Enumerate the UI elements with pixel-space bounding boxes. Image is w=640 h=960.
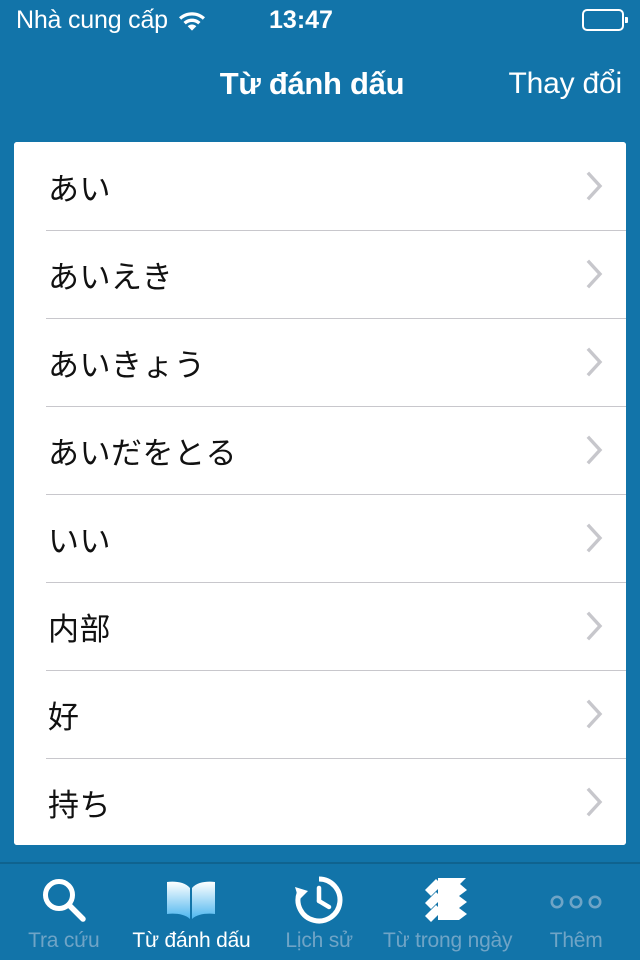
chevron-right-icon bbox=[586, 435, 604, 465]
list-item[interactable]: 好 bbox=[14, 670, 626, 758]
tab-label: Tra cứu bbox=[28, 929, 100, 952]
ellipsis-icon bbox=[548, 872, 604, 928]
list-item[interactable]: いい bbox=[14, 494, 626, 582]
app-root: Nhà cung cấp 13:47 Từ đánh dấu Thay đổi bbox=[0, 0, 640, 960]
chevron-right-icon bbox=[586, 259, 604, 289]
history-clock-icon bbox=[293, 872, 345, 928]
chevron-right-icon bbox=[586, 523, 604, 553]
list-item[interactable]: あい bbox=[14, 142, 626, 230]
tab-tu-trong-ngay[interactable]: Từ trong ngày bbox=[382, 864, 513, 960]
content-area: あい あいえき あいきょう あいだをとる いい 内部 好 持ち bbox=[0, 128, 640, 862]
navigation-bar: Từ đánh dấu Thay đổi bbox=[0, 40, 640, 128]
stacked-pages-icon bbox=[422, 872, 474, 928]
tab-tu-danh-dau[interactable]: Từ đánh dấu bbox=[128, 864, 256, 960]
battery-icon bbox=[582, 9, 629, 31]
open-book-icon bbox=[163, 872, 219, 928]
list-item-label: 持ち bbox=[48, 787, 111, 823]
status-bar-clock: 13:47 bbox=[269, 5, 333, 34]
list-item-label: いい bbox=[48, 523, 111, 559]
list-item[interactable]: あいだをとる bbox=[14, 406, 626, 494]
chevron-right-icon bbox=[586, 699, 604, 729]
list-item-label: あいだをとる bbox=[48, 435, 237, 471]
chevron-right-icon bbox=[586, 347, 604, 377]
list-item-label: 好 bbox=[48, 699, 80, 735]
tab-them[interactable]: Thêm bbox=[512, 864, 640, 960]
tab-label: Lịch sử bbox=[285, 929, 353, 952]
list-item[interactable]: 持ち bbox=[14, 758, 626, 845]
chevron-right-icon bbox=[586, 787, 604, 817]
chevron-right-icon bbox=[586, 171, 604, 201]
edit-button[interactable]: Thay đổi bbox=[509, 67, 623, 101]
list-item-label: あいきょう bbox=[48, 347, 206, 383]
tab-label: Thêm bbox=[549, 929, 603, 952]
bookmarked-words-list: あい あいえき あいきょう あいだをとる いい 内部 好 持ち bbox=[14, 142, 626, 845]
chevron-right-icon bbox=[586, 611, 604, 641]
tab-tra-cuu[interactable]: Tra cứu bbox=[0, 864, 128, 960]
list-item-label: あいえき bbox=[48, 259, 174, 295]
list-item-label: 内部 bbox=[48, 611, 111, 647]
tab-label: Từ trong ngày bbox=[382, 929, 513, 952]
status-bar-right bbox=[582, 9, 629, 31]
list-item[interactable]: 内部 bbox=[14, 582, 626, 670]
status-bar: Nhà cung cấp 13:47 bbox=[0, 0, 640, 40]
list-item[interactable]: あいきょう bbox=[14, 318, 626, 406]
tab-bar: Tra cứu Từ đánh dấu Lịch sử Từ trong ngà… bbox=[0, 862, 640, 960]
tab-label: Từ đánh dấu bbox=[132, 929, 251, 952]
tab-lich-su[interactable]: Lịch sử bbox=[255, 864, 383, 960]
list-item-label: あい bbox=[48, 171, 111, 207]
search-icon bbox=[39, 872, 89, 928]
list-item[interactable]: あいえき bbox=[14, 230, 626, 318]
